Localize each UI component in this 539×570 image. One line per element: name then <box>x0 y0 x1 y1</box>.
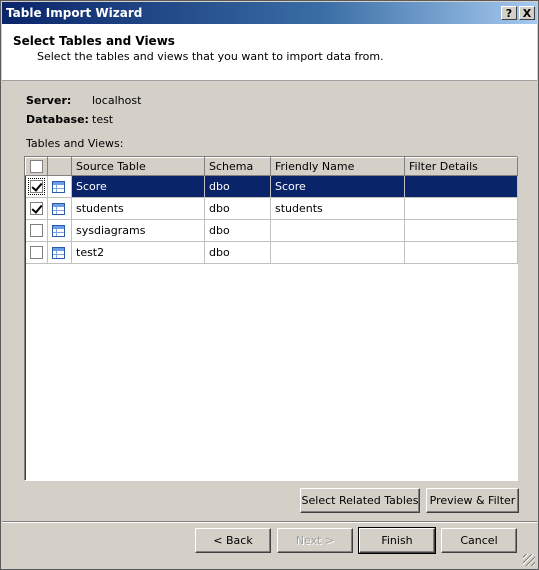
schema-cell: dbo <box>204 219 271 242</box>
server-value: localhost <box>92 94 142 107</box>
filter-details-cell <box>404 175 518 198</box>
table-icon <box>52 181 65 193</box>
wizard-window: Table Import Wizard ? X Select Tables an… <box>0 0 539 570</box>
schema-cell: dbo <box>204 241 271 264</box>
tables-views-label: Tables and Views: <box>26 137 124 150</box>
page-subtitle: Select the tables and views that you wan… <box>37 50 384 63</box>
wizard-header: Select Tables and Views Select the table… <box>2 24 537 81</box>
table-row[interactable]: test2 dbo <box>25 241 518 264</box>
column-header-filter-details[interactable]: Filter Details <box>404 157 518 176</box>
friendly-name-cell[interactable] <box>270 241 405 264</box>
page-title: Select Tables and Views <box>13 34 175 48</box>
table-row[interactable]: students dbo students <box>25 197 518 220</box>
row-checkbox[interactable] <box>27 178 45 196</box>
resize-grip-icon[interactable] <box>523 554 535 566</box>
tables-grid[interactable]: Source Table Schema Friendly Name Filter… <box>24 156 518 481</box>
source-table-cell[interactable]: test2 <box>71 241 205 264</box>
title-bar[interactable]: Table Import Wizard ? X <box>2 2 537 24</box>
preview-filter-button[interactable]: Preview & Filter <box>426 488 519 513</box>
column-header-friendly-name[interactable]: Friendly Name <box>270 157 405 176</box>
select-all-checkbox[interactable] <box>30 160 43 174</box>
back-button[interactable]: < Back <box>195 528 271 553</box>
select-related-tables-button[interactable]: Select Related Tables <box>300 488 420 513</box>
friendly-name-cell[interactable]: Score <box>270 175 405 198</box>
table-icon <box>52 203 65 215</box>
select-all-header[interactable] <box>25 157 48 176</box>
finish-button[interactable]: Finish <box>358 527 436 554</box>
grid-header-row: Source Table Schema Friendly Name Filter… <box>25 157 518 176</box>
table-icon <box>52 247 65 259</box>
friendly-name-cell[interactable]: students <box>270 197 405 220</box>
database-label: Database: <box>26 113 89 126</box>
footer-divider <box>2 521 537 523</box>
schema-cell: dbo <box>204 175 271 198</box>
filter-details-cell <box>404 197 518 220</box>
table-row[interactable]: sysdiagrams dbo <box>25 219 518 242</box>
source-table-cell[interactable]: Score <box>71 175 205 198</box>
database-value: test <box>92 113 114 126</box>
filter-details-cell <box>404 219 518 242</box>
icon-column-header <box>47 157 72 176</box>
window-title: Table Import Wizard <box>6 6 143 20</box>
row-checkbox[interactable] <box>29 202 43 216</box>
row-checkbox[interactable] <box>29 246 43 260</box>
column-header-source[interactable]: Source Table <box>71 157 205 176</box>
column-header-schema[interactable]: Schema <box>204 157 271 176</box>
schema-cell: dbo <box>204 197 271 220</box>
close-icon[interactable]: X <box>519 6 535 20</box>
server-label: Server: <box>26 94 72 107</box>
cancel-button[interactable]: Cancel <box>441 528 517 553</box>
source-table-cell[interactable]: sysdiagrams <box>71 219 205 242</box>
filter-details-cell <box>404 241 518 264</box>
source-table-cell[interactable]: students <box>71 197 205 220</box>
help-icon[interactable]: ? <box>501 6 517 20</box>
table-icon <box>52 225 65 237</box>
row-checkbox[interactable] <box>29 224 43 238</box>
next-button[interactable]: Next > <box>277 528 353 553</box>
table-row[interactable]: Score dbo Score <box>25 175 518 198</box>
friendly-name-cell[interactable] <box>270 219 405 242</box>
